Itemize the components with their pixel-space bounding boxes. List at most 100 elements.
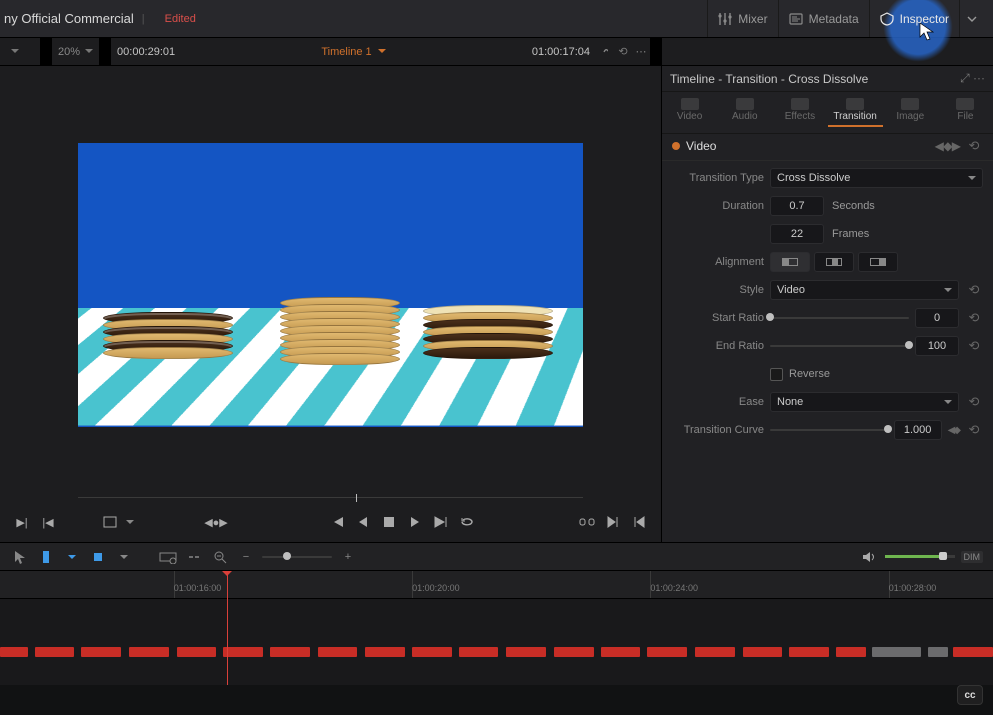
tool-zoom-in[interactable]: + <box>338 547 358 567</box>
keyframe-controls[interactable]: ◀ ◆ ▶ <box>935 139 959 153</box>
tool-blade[interactable] <box>36 547 56 567</box>
timeline-selector[interactable]: Timeline 1 <box>181 38 526 65</box>
viewer-canvas[interactable] <box>78 143 583 427</box>
scene-cookie-stack-right <box>423 310 553 359</box>
prev-frame-button[interactable] <box>351 511 375 533</box>
tab-audio[interactable]: Audio <box>717 92 772 133</box>
clip[interactable] <box>554 647 594 657</box>
dim-button[interactable]: DIM <box>961 551 984 563</box>
inspector-button[interactable]: Inspector <box>869 0 959 37</box>
clip[interactable] <box>836 647 866 657</box>
section-header-video[interactable]: Video ◀ ◆ ▶ ⟲ <box>662 134 993 161</box>
duration-frames-input[interactable]: 22 <box>770 224 824 244</box>
first-frame-button[interactable] <box>325 511 349 533</box>
tool-zoom-out-alt[interactable] <box>210 547 230 567</box>
mark-out-button[interactable]: |◀ <box>36 511 60 533</box>
tool-snap-dropdown[interactable] <box>114 547 134 567</box>
start-ratio-input[interactable]: 0 <box>915 308 959 328</box>
end-ratio-slider[interactable] <box>770 344 909 348</box>
play-button[interactable] <box>403 511 427 533</box>
clip[interactable] <box>270 647 310 657</box>
clip[interactable] <box>928 647 948 657</box>
viewer-scrubber[interactable] <box>78 494 583 502</box>
end-ratio-input[interactable]: 100 <box>915 336 959 356</box>
timeline-toolbar: − + DIM <box>0 542 993 570</box>
clip[interactable] <box>412 647 452 657</box>
zoom-dropdown[interactable]: 20% <box>52 38 99 65</box>
expand-panel-button[interactable]: ⤢ ⋯ <box>960 71 985 86</box>
tool-selection[interactable] <box>10 547 30 567</box>
clip[interactable] <box>81 647 121 657</box>
timeline-zoom-slider[interactable] <box>262 555 332 559</box>
tool-zoom-out[interactable]: − <box>236 547 256 567</box>
clip[interactable] <box>365 647 405 657</box>
align-start-button[interactable] <box>770 252 810 272</box>
curve-reset-button[interactable]: ⟲ <box>965 422 983 438</box>
align-end-button[interactable] <box>858 252 898 272</box>
crop-mode-button[interactable] <box>98 511 122 533</box>
start-ratio-reset[interactable]: ⟲ <box>965 310 983 326</box>
align-center-button[interactable] <box>814 252 854 272</box>
tab-transition[interactable]: Transition <box>828 92 883 133</box>
volume-slider[interactable] <box>885 555 955 558</box>
tool-insert[interactable] <box>158 547 178 567</box>
volume-icon[interactable] <box>859 547 879 567</box>
transition-curve-slider[interactable] <box>770 428 888 432</box>
mark-in-button[interactable]: ▶| <box>10 511 34 533</box>
next-frame-button[interactable] <box>429 511 453 533</box>
tab-file[interactable]: File <box>938 92 993 133</box>
cc-badge[interactable]: cc <box>957 685 983 705</box>
crop-dropdown[interactable] <box>124 511 136 533</box>
mixer-button[interactable]: Mixer <box>707 0 777 37</box>
tab-effects[interactable]: Effects <box>772 92 827 133</box>
transition-curve-input[interactable]: 1.000 <box>894 420 942 440</box>
clip[interactable] <box>129 647 169 657</box>
clip[interactable] <box>953 647 993 657</box>
clip[interactable] <box>601 647 641 657</box>
style-select[interactable]: Video <box>770 280 959 300</box>
reverse-checkbox[interactable] <box>770 368 783 381</box>
last-frame-button[interactable] <box>627 511 651 533</box>
timeline-ruler[interactable]: 01:00:16:00 01:00:20:00 01:00:24:00 01:0… <box>0 571 993 599</box>
tool-snap[interactable] <box>88 547 108 567</box>
ease-reset-button[interactable]: ⟲ <box>965 394 983 410</box>
style-reset-button[interactable]: ⟲ <box>965 282 983 298</box>
clip[interactable] <box>872 647 922 657</box>
clip[interactable] <box>223 647 263 657</box>
timeline-tracks[interactable] <box>0 617 993 677</box>
clip[interactable] <box>318 647 358 657</box>
curve-keyframe-controls[interactable]: ◀◆ <box>948 425 959 436</box>
fit-dropdown[interactable] <box>0 38 40 65</box>
clip[interactable] <box>695 647 735 657</box>
clip[interactable] <box>177 647 217 657</box>
tool-link[interactable] <box>184 547 204 567</box>
stop-button[interactable] <box>377 511 401 533</box>
clip[interactable] <box>0 647 28 657</box>
unlinked-button[interactable] <box>575 511 599 533</box>
match-frame-button[interactable]: ◀●▶ <box>204 511 228 533</box>
start-ratio-slider[interactable] <box>770 316 909 320</box>
end-ratio-reset[interactable]: ⟲ <box>965 338 983 354</box>
expand-button[interactable] <box>959 0 983 37</box>
loop-icon[interactable]: ⟲ <box>614 38 632 65</box>
duration-seconds-input[interactable]: 0.7 <box>770 196 824 216</box>
clip[interactable] <box>459 647 499 657</box>
clip[interactable] <box>506 647 546 657</box>
next-clip-button[interactable] <box>601 511 625 533</box>
metadata-button[interactable]: Metadata <box>778 0 869 37</box>
tool-blade-dropdown[interactable] <box>62 547 82 567</box>
bypass-icon[interactable] <box>596 38 614 65</box>
section-reset-button[interactable]: ⟲ <box>965 138 983 154</box>
clip[interactable] <box>647 647 687 657</box>
options-icon[interactable]: ⋯ <box>632 38 650 65</box>
timeline-playhead[interactable] <box>227 571 228 685</box>
clip[interactable] <box>789 647 829 657</box>
clip[interactable] <box>35 647 75 657</box>
clip[interactable] <box>743 647 783 657</box>
transition-type-select[interactable]: Cross Dissolve <box>770 168 983 188</box>
loop-button[interactable] <box>455 511 479 533</box>
ease-select[interactable]: None <box>770 392 959 412</box>
timeline[interactable]: 01:00:16:00 01:00:20:00 01:00:24:00 01:0… <box>0 570 993 685</box>
tab-video[interactable]: Video <box>662 92 717 133</box>
tab-image[interactable]: Image <box>883 92 938 133</box>
